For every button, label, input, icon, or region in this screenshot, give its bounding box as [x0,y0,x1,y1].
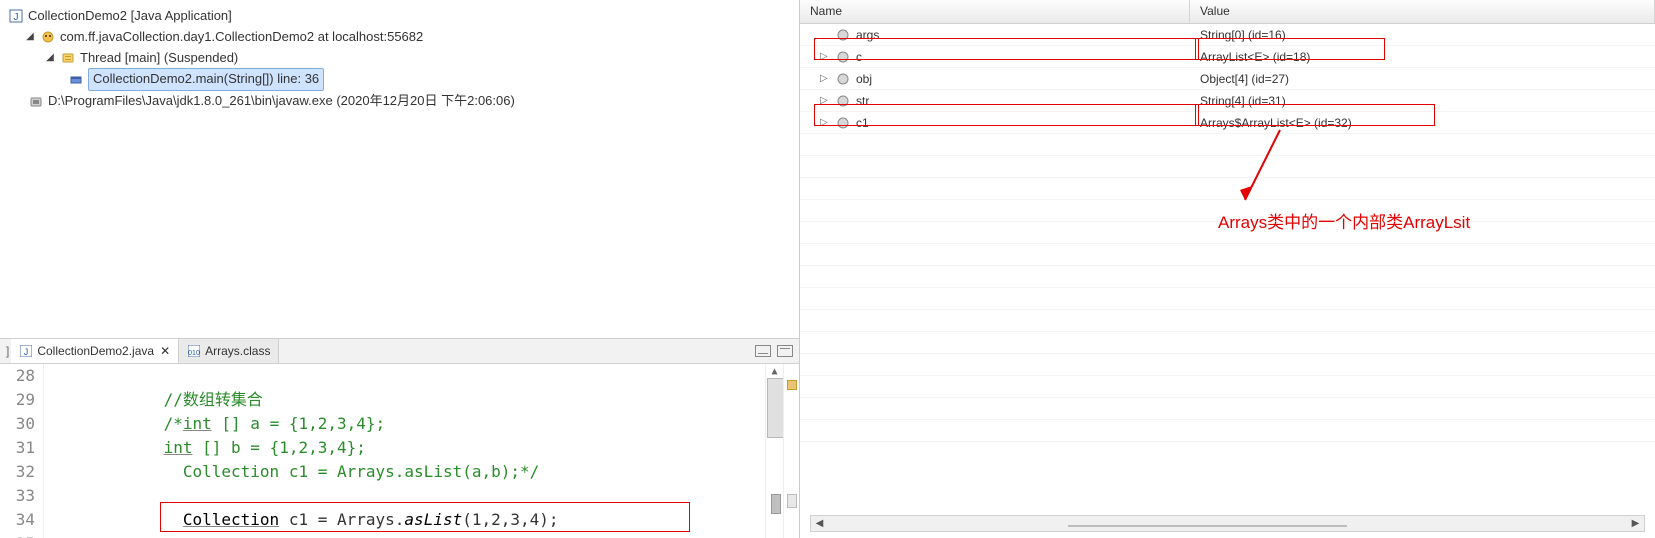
scroll-up-icon[interactable]: ▲ [766,364,783,378]
scroll-left-icon[interactable]: ◀ [811,516,828,531]
header-value[interactable]: Value [1190,0,1655,23]
annotation-text: Arrays类中的一个内部类ArrayLsit [1218,208,1470,233]
code-line-32: Collection c1 = Arrays.asList(a,b);*/ [44,460,765,484]
scrollbar-thumb[interactable] [767,378,784,438]
editor-tab-bar: ] J CollectionDemo2.java ✕ 010 Arrays.cl… [0,338,799,364]
variables-header: Name Value [800,0,1655,24]
tab-active[interactable]: J CollectionDemo2.java ✕ [11,339,179,363]
variable-icon [836,50,850,64]
debug-thread-label: Thread [main] (Suspended) [80,48,238,69]
debug-launch-label: com.ff.javaCollection.day1.CollectionDem… [60,27,423,48]
class-file-icon: 010 [187,344,201,358]
variable-row[interactable]: ▷ str String[4] (id=31) [800,90,1655,112]
variable-row[interactable]: args String[0] (id=16) [800,24,1655,46]
code-line-34: Collection c1 = Arrays.asList(1,2,3,4); [44,508,765,532]
variable-icon [836,116,850,130]
variable-icon [836,72,850,86]
scroll-right-icon[interactable]: ▶ [1627,516,1644,531]
annotation-arrow-icon [1220,120,1320,220]
debug-stack-frame[interactable]: CollectionDemo2.main(String[]) line: 36 [4,68,795,91]
variable-icon [836,94,850,108]
ruler-marker [771,494,781,514]
debug-thread[interactable]: ◢ Thread [main] (Suspended) [4,48,795,69]
variables-rows: args String[0] (id=16) ▷ c ArrayList<E> … [800,24,1655,134]
expand-arrow-icon[interactable]: ▷ [820,95,830,106]
maximize-icon[interactable] [777,345,793,357]
java-file-icon: J [19,344,33,358]
variable-name: str [856,94,869,108]
thread-icon [60,50,76,66]
debug-root-label: CollectionDemo2 [Java Application] [28,6,232,27]
close-tab-icon[interactable]: ✕ [160,344,170,358]
svg-text:J: J [14,12,19,23]
expand-arrow-icon[interactable]: ▷ [820,117,830,128]
java-app-icon: J [8,8,24,24]
line-gutter: 28 29 30 31 32 33 34 35 36 37 [0,364,44,538]
prefix-bracket: ] [4,344,11,358]
debug-process-label: D:\ProgramFiles\Java\jdk1.8.0_261\bin\ja… [48,91,515,112]
svg-text:J: J [24,347,29,357]
horizontal-scrollbar[interactable]: ◀ ▶ [810,515,1645,532]
tab-active-label: CollectionDemo2.java [37,344,154,358]
code-line-33 [44,484,765,508]
header-name[interactable]: Name [800,0,1190,23]
debug-process[interactable]: D:\ProgramFiles\Java\jdk1.8.0_261\bin\ja… [4,91,795,112]
scrollbar-thumb[interactable] [1068,525,1348,527]
collapse-toggle-icon[interactable]: ◢ [44,50,56,66]
code-line-31: int [] b = {1,2,3,4}; [44,436,765,460]
ruler-marker [787,380,797,390]
variable-value: String[0] (id=16) [1190,28,1655,42]
process-icon [28,94,44,110]
debug-root[interactable]: J CollectionDemo2 [Java Application] [4,6,795,27]
variable-name: obj [856,72,872,86]
code-area[interactable]: //数组转集合 /*int [] a = {1,2,3,4}; int [] b… [44,364,765,538]
svg-text:010: 010 [188,350,200,357]
debug-frame-label: CollectionDemo2.main(String[]) line: 36 [88,68,324,91]
debug-launch[interactable]: ◢ com.ff.javaCollection.day1.CollectionD… [4,27,795,48]
variable-row[interactable]: ▷ c ArrayList<E> (id=18) [800,46,1655,68]
variable-name: c [856,50,862,64]
expand-arrow-icon[interactable]: ▷ [820,73,830,84]
variable-value: String[4] (id=31) [1190,94,1655,108]
code-line-28 [44,364,765,388]
bug-icon [40,29,56,45]
expand-arrow-icon[interactable]: ▷ [820,51,830,62]
overview-ruler[interactable]: ▲ [765,364,783,538]
debug-tree: J CollectionDemo2 [Java Application] ◢ c… [0,0,799,124]
code-line-35 [44,532,765,538]
variable-value: Object[4] (id=27) [1190,72,1655,86]
variable-name: c1 [856,116,869,130]
code-line-30: /*int [] a = {1,2,3,4}; [44,412,765,436]
outer-ruler [783,364,799,538]
variable-value: ArrayList<E> (id=18) [1190,50,1655,64]
collapse-toggle-icon[interactable]: ◢ [24,29,36,45]
code-editor[interactable]: 28 29 30 31 32 33 34 35 36 37 //数组转集合 /*… [0,364,799,538]
variable-name: args [856,28,879,42]
tab-inactive-label: Arrays.class [205,344,270,358]
variable-row[interactable]: ▷ obj Object[4] (id=27) [800,68,1655,90]
variable-icon [836,28,850,42]
stack-frame-icon [68,72,84,88]
code-line-29: //数组转集合 [44,388,765,412]
tab-inactive[interactable]: 010 Arrays.class [179,339,279,363]
minimize-icon[interactable] [755,345,771,357]
ruler-marker [787,494,797,508]
